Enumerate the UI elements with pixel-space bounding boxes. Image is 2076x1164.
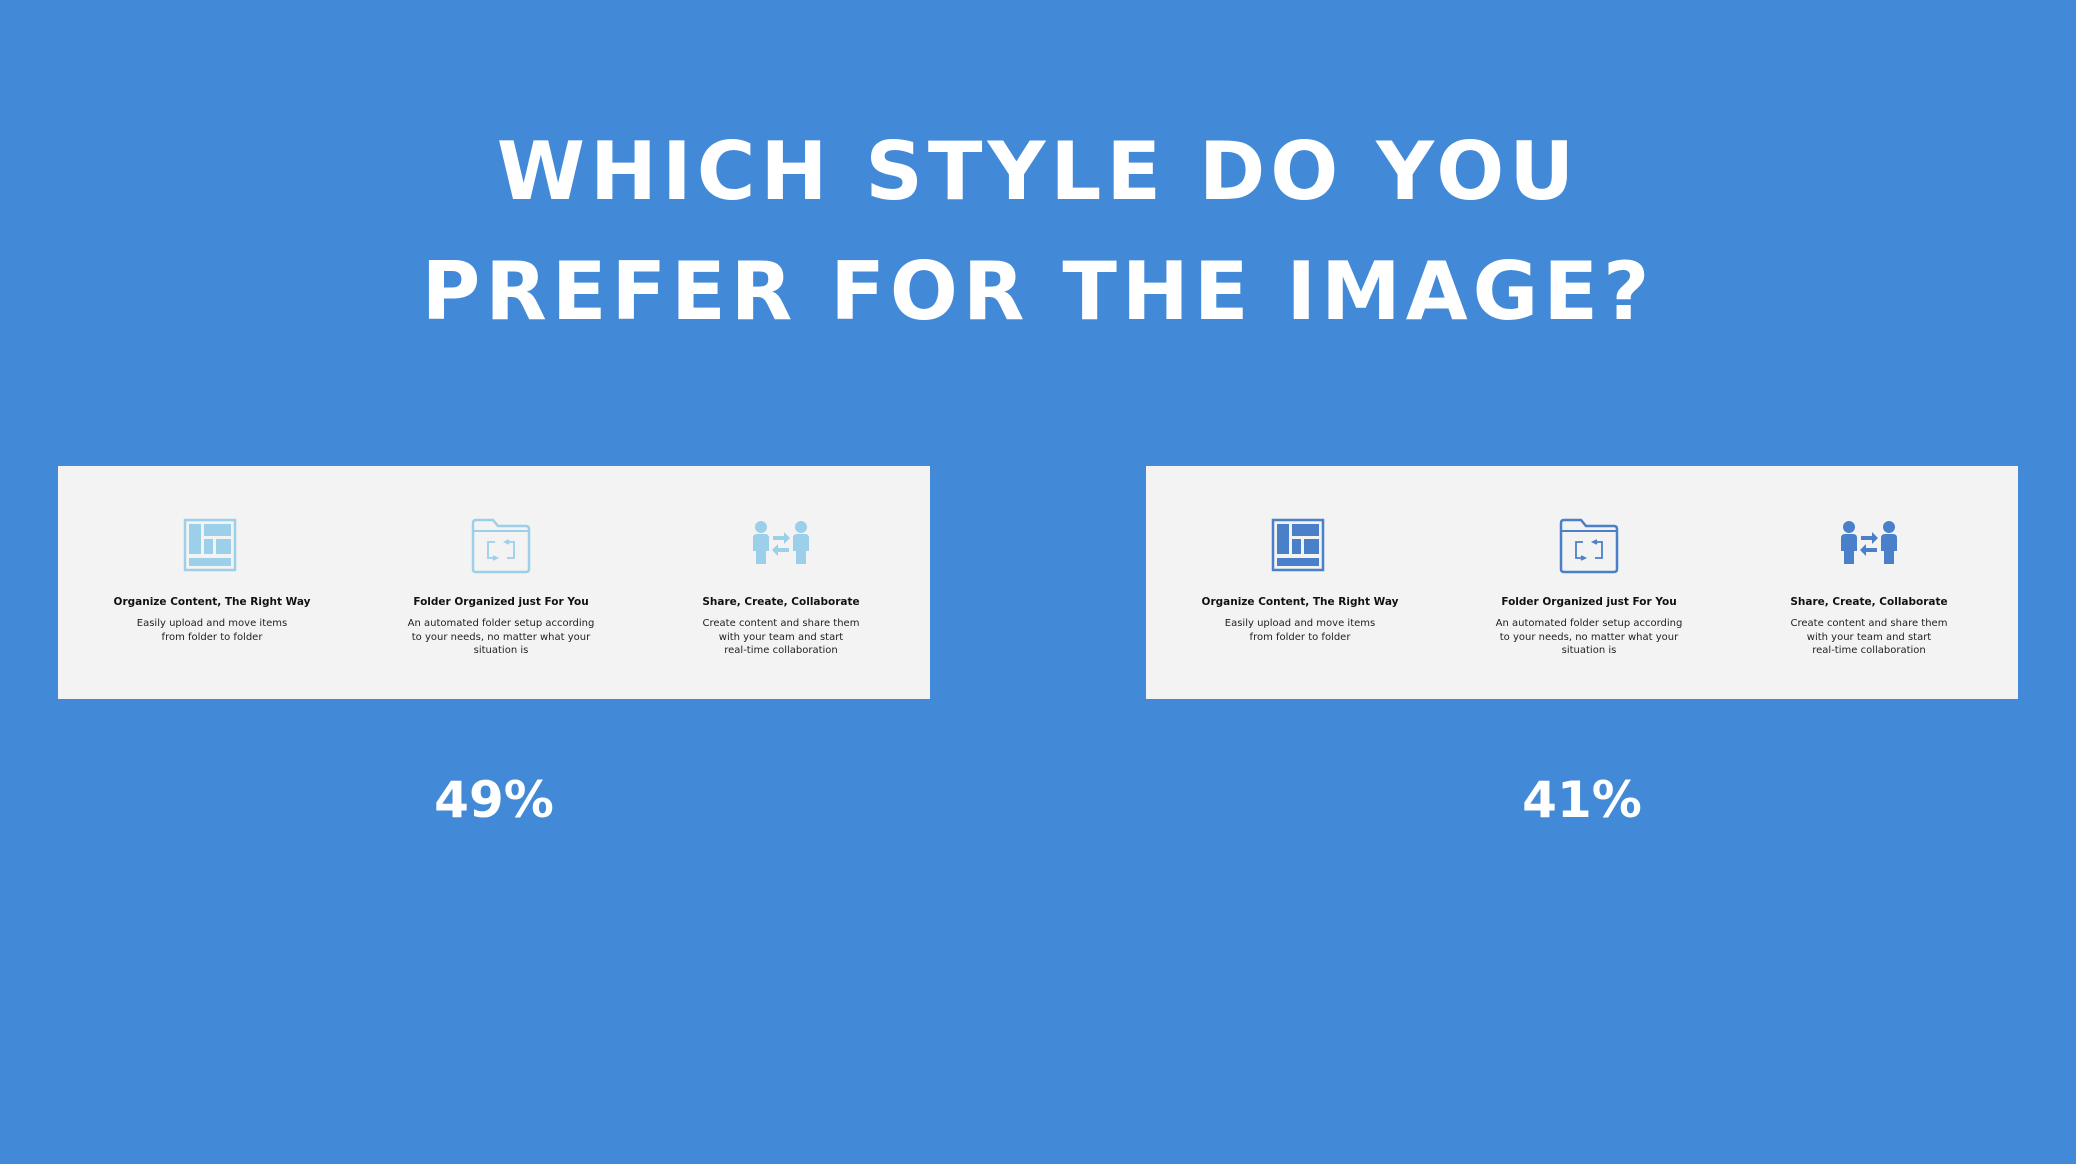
question-line-1: WHICH STYLE DO YOU xyxy=(496,125,1580,218)
people-exchange-icon xyxy=(1839,518,1899,574)
folder-sync-icon xyxy=(1559,518,1619,574)
layout-grid-icon xyxy=(182,518,242,574)
feature-title: Organize Content, The Right Way xyxy=(1201,596,1399,608)
feature-title: Organize Content, The Right Way xyxy=(113,596,311,608)
option-a-card[interactable]: Organize Content, The Right Way Easily u… xyxy=(58,466,930,699)
option-b-card[interactable]: Organize Content, The Right Way Easily u… xyxy=(1146,466,2018,699)
option-a-percent: 49% xyxy=(434,771,554,829)
feature-description: An automated folder setup according to y… xyxy=(1495,618,1683,656)
feature-title: Folder Organized just For You xyxy=(413,596,589,608)
question-heading: WHICH STYLE DO YOU PREFER FOR THE IMAGE? xyxy=(0,112,2076,352)
layout-grid-icon xyxy=(1270,518,1330,574)
folder-sync-icon xyxy=(471,518,531,574)
feature-title: Folder Organized just For You xyxy=(1501,596,1677,608)
feature-title: Share, Create, Collaborate xyxy=(1790,596,1948,608)
feature-description: Create content and share them with your … xyxy=(1790,618,1948,656)
people-exchange-icon xyxy=(751,518,811,574)
feature-title: Share, Create, Collaborate xyxy=(702,596,860,608)
option-b-percent: 41% xyxy=(1522,771,1642,829)
question-line-2: PREFER FOR THE IMAGE? xyxy=(421,245,1655,338)
feature-description: Easily upload and move items from folder… xyxy=(136,618,288,643)
feature-description: Create content and share them with your … xyxy=(702,618,860,656)
feature-description: An automated folder setup according to y… xyxy=(407,618,595,656)
feature-description: Easily upload and move items from folder… xyxy=(1224,618,1376,643)
